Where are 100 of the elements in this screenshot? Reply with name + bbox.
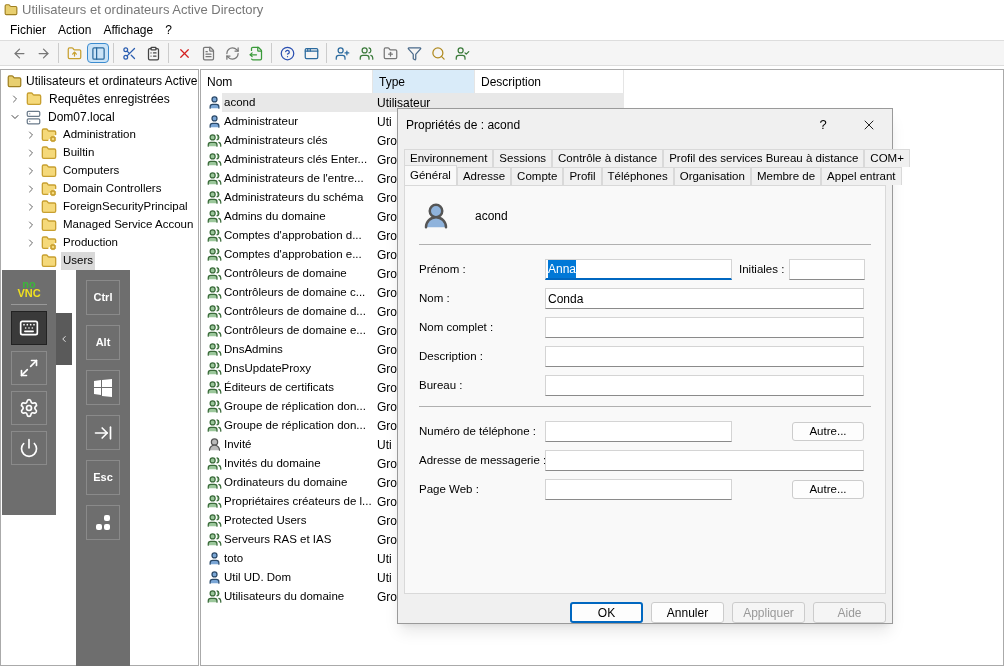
list-item[interactable]: Administrateur	[222, 112, 374, 131]
key-button[interactable]	[86, 370, 120, 405]
tab[interactable]: COM+	[864, 149, 910, 167]
field-label: Nom complet :	[419, 319, 495, 335]
group-icon	[207, 532, 222, 547]
folder-icon	[41, 235, 57, 251]
list-item[interactable]: Contrôleurs de domaine d...	[222, 302, 374, 321]
table-cell-text: Gro	[376, 303, 397, 321]
list-item[interactable]: Groupe de réplication don...	[222, 397, 374, 416]
list-item[interactable]: DnsAdmins	[222, 340, 374, 359]
tree-item[interactable]: ForeignSecurityPrincipal	[61, 198, 190, 216]
input-field[interactable]	[545, 346, 864, 367]
tab[interactable]: Téléphones	[601, 167, 674, 185]
table-cell-text: Gro	[376, 246, 397, 264]
list-item[interactable]: Administrateurs clés Enter...	[222, 150, 374, 169]
list-item[interactable]: Protected Users	[222, 511, 374, 530]
list-item[interactable]: Utilisateurs du domaine	[222, 587, 374, 606]
list-item[interactable]: Éditeurs de certificats	[222, 378, 374, 397]
panel-handle[interactable]	[56, 313, 72, 365]
user-icon	[207, 551, 222, 566]
list-item[interactable]: Invité	[222, 435, 374, 454]
key-button[interactable]: Ctrl	[86, 280, 120, 315]
tree-item[interactable]: Builtin	[61, 144, 97, 162]
tab[interactable]: Appel entrant	[821, 167, 902, 185]
tree-item[interactable]: Production	[61, 234, 120, 252]
tab[interactable]: Général	[404, 165, 457, 185]
input-field[interactable]	[789, 259, 865, 280]
tab[interactable]: Contrôle à distance	[552, 149, 664, 167]
list-item[interactable]: acond	[222, 93, 374, 112]
tree-item[interactable]: Domain Controllers	[61, 180, 164, 198]
server-icon	[26, 109, 41, 125]
list-item[interactable]: Contrôleurs de domaine c...	[222, 283, 374, 302]
other-button[interactable]: Autre...	[792, 422, 864, 441]
tree-item[interactable]: Requêtes enregistrées	[47, 90, 172, 108]
list-item[interactable]: toto	[222, 549, 374, 568]
input-field[interactable]: Anna	[545, 259, 732, 280]
tab[interactable]: Membre de	[750, 167, 822, 185]
input-field[interactable]	[545, 479, 732, 500]
vnc-button[interactable]	[11, 311, 47, 345]
table-cell-text: Gro	[376, 265, 397, 283]
power-icon	[19, 438, 39, 458]
group-icon	[207, 323, 222, 338]
input-field[interactable]	[545, 421, 732, 442]
tab[interactable]: Profil	[563, 167, 602, 185]
menu-item[interactable]: Action	[52, 21, 98, 39]
list-item[interactable]: Administrateurs de l'entre...	[222, 169, 374, 188]
menu-item[interactable]: Affichage	[97, 21, 160, 39]
window-title: Utilisateurs et ordinateurs Active Directory	[22, 1, 264, 20]
toolbar-button[interactable]	[87, 43, 109, 63]
list-item[interactable]: Propriétaires créateurs de l...	[222, 492, 374, 511]
input-field[interactable]: Conda	[545, 288, 864, 309]
menu-item[interactable]: ?	[159, 21, 178, 39]
field-label: Numéro de téléphone :	[419, 423, 537, 439]
list-item[interactable]: Administrateurs du schéma	[222, 188, 374, 207]
tab[interactable]: Profil des services Bureau à distance	[663, 149, 865, 167]
dialog-button[interactable]: OK	[570, 602, 643, 623]
list-item[interactable]: DnsUpdateProxy	[222, 359, 374, 378]
list-item[interactable]: Contrôleurs de domaine e...	[222, 321, 374, 340]
input-field[interactable]	[545, 317, 864, 338]
table-cell-text: Uti	[376, 113, 392, 131]
list-item[interactable]: Contrôleurs de domaine	[222, 264, 374, 283]
list-item[interactable]: Comptes d'approbation d...	[222, 226, 374, 245]
other-button[interactable]: Autre...	[792, 480, 864, 499]
tree-item[interactable]: Computers	[61, 162, 122, 180]
list-item[interactable]: Ordinateurs du domaine	[222, 473, 374, 492]
list-item[interactable]: Serveurs RAS et IAS	[222, 530, 374, 549]
input-field[interactable]	[545, 375, 864, 396]
tab[interactable]: Compte	[511, 167, 564, 185]
key-button[interactable]: Esc	[86, 460, 120, 495]
help-button[interactable]: ?	[800, 115, 846, 135]
tab[interactable]: Sessions	[493, 149, 553, 167]
group-icon	[207, 456, 222, 471]
dialog-button[interactable]: Annuler	[651, 602, 724, 623]
tree-item[interactable]: Users	[61, 252, 96, 270]
column-header[interactable]: Type	[373, 70, 475, 93]
group-icon	[207, 133, 222, 148]
tab[interactable]: Organisation	[673, 167, 751, 185]
list-item[interactable]: Comptes d'approbation e...	[222, 245, 374, 264]
panel-icon	[90, 45, 106, 61]
tree-item[interactable]: Dom07.local	[46, 108, 117, 126]
tree-item[interactable]: Managed Service Accoun	[61, 216, 196, 234]
key-button[interactable]	[86, 415, 120, 450]
group-icon	[207, 152, 222, 167]
document-icon	[200, 45, 216, 61]
tree-item[interactable]: Utilisateurs et ordinateurs Active	[26, 72, 198, 90]
tab[interactable]: Adresse	[456, 167, 512, 185]
help-icon	[279, 45, 295, 61]
key-button[interactable]	[86, 505, 120, 540]
list-item[interactable]: Util UD. Dom	[222, 568, 374, 587]
folder-icon	[41, 199, 57, 215]
menu-item[interactable]: Fichier	[4, 21, 52, 39]
list-item[interactable]: Groupe de réplication don...	[222, 416, 374, 435]
tab[interactable]: Environnement	[404, 149, 494, 167]
list-item[interactable]: Admins du domaine	[222, 207, 374, 226]
key-button[interactable]: Alt	[86, 325, 120, 360]
list-item[interactable]: Invités du domaine	[222, 454, 374, 473]
list-item[interactable]: Administrateurs clés	[222, 131, 374, 150]
input-field[interactable]	[545, 450, 864, 471]
tree-item[interactable]: Administration	[61, 126, 138, 144]
table-cell-text: Utilisateur	[376, 94, 431, 112]
